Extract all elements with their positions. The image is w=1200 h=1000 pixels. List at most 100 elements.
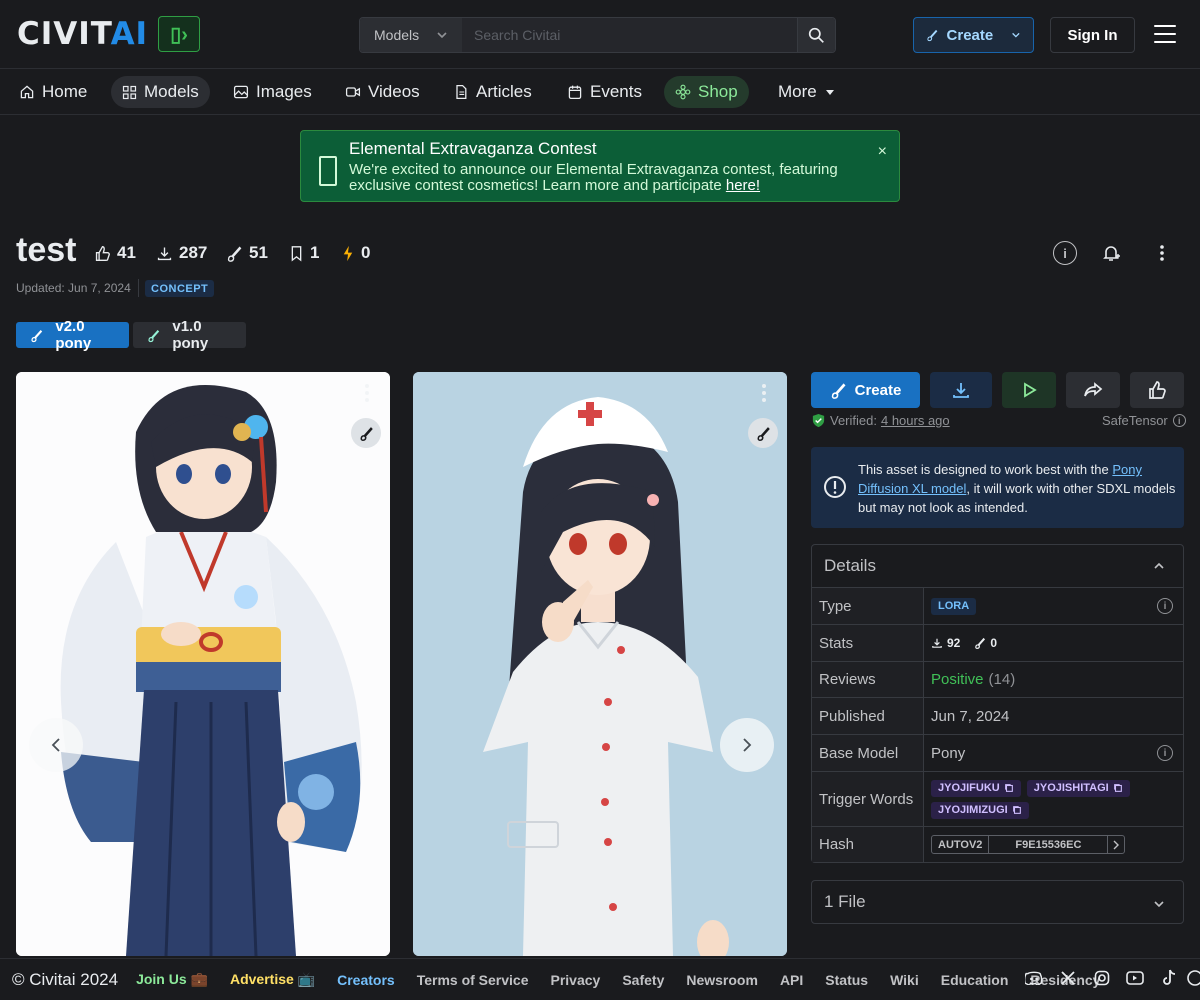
footer-link-join-us[interactable]: Join Us 💼 [136, 971, 208, 988]
copyright: © Civitai 2024 [12, 969, 119, 989]
nav-more[interactable]: More [767, 76, 847, 108]
brush-icon [975, 637, 986, 649]
reviews-count: (14) [988, 671, 1016, 688]
more-vertical-icon[interactable] [762, 384, 768, 402]
more-vertical-icon[interactable] [1150, 241, 1174, 265]
chevron-up-icon [1154, 562, 1164, 569]
create-generation-label: Create [854, 381, 902, 399]
reviews-sentiment[interactable]: Positive [931, 671, 984, 688]
close-icon[interactable]: × [878, 143, 887, 161]
details-panel: Details Type LORA i Stats 92 0 Reviews P… [811, 544, 1184, 863]
info-icon[interactable]: i [1172, 414, 1186, 427]
footer-link-creators[interactable]: Creators [337, 972, 395, 988]
banner-link[interactable]: here! [726, 177, 760, 194]
phone-icon [319, 156, 337, 186]
footer-link-terms[interactable]: Terms of Service [417, 972, 529, 988]
carousel-next-button[interactable] [720, 718, 774, 772]
remix-count: 51 [249, 243, 268, 262]
remix-icon[interactable] [351, 418, 381, 448]
grid-icon [122, 85, 137, 99]
search-type-select[interactable]: Models [360, 18, 462, 52]
nav-images[interactable]: Images [222, 76, 323, 108]
shop-icon [675, 84, 691, 100]
trigger-word-chip[interactable]: JYOJISHITAGI [1026, 779, 1130, 797]
chevron-down-icon[interactable] [1011, 28, 1021, 42]
bookmark-icon [291, 245, 302, 262]
x-twitter-icon[interactable] [1058, 968, 1078, 988]
row-value[interactable]: Positive (14) [924, 662, 1183, 697]
remix-icon[interactable] [748, 418, 778, 448]
download-button[interactable] [930, 372, 992, 408]
category-badge[interactable]: CONCEPT [145, 280, 215, 297]
details-row-stats: Stats 92 0 [812, 625, 1183, 662]
trigger-word: JYOJIMIZUGI [938, 804, 1008, 816]
footer-link-privacy[interactable]: Privacy [551, 972, 601, 988]
banner-body: We're excited to announce our Elemental … [349, 162, 849, 194]
like-button[interactable] [1130, 372, 1184, 408]
nav-shop[interactable]: Shop [664, 76, 749, 108]
sign-in-button[interactable]: Sign In [1050, 17, 1135, 53]
search-bar: Models / [359, 17, 836, 53]
likes-stat: 41 [94, 243, 136, 263]
github-icon[interactable] [1185, 968, 1200, 988]
create-generation-button[interactable]: Create [811, 372, 920, 408]
info-icon[interactable]: i [1157, 598, 1173, 614]
trigger-word-chip[interactable]: JYOJIMIZUGI [931, 801, 1029, 819]
footer-link-status[interactable]: Status [825, 972, 868, 988]
row-label: Hash [812, 827, 924, 862]
files-accordion[interactable]: 1 File [811, 880, 1184, 924]
create-label: Create [946, 26, 994, 44]
gallery-image-card[interactable] [16, 372, 390, 956]
gallery-image-card[interactable] [413, 372, 787, 956]
footer-link-safety[interactable]: Safety [622, 972, 664, 988]
youtube-icon[interactable] [1125, 968, 1145, 988]
details-row-hash: Hash AUTOV2 F9E15536EC [812, 827, 1183, 862]
footer-link-education[interactable]: Education [941, 972, 1009, 988]
footer-link-wiki[interactable]: Wiki [890, 972, 919, 988]
civitai-logo[interactable]: CIVITAI ▯› [17, 16, 201, 52]
menu-icon[interactable] [1154, 25, 1176, 43]
collected-stat: 1 [289, 243, 319, 263]
row-label: Base Model [812, 735, 924, 771]
create-button[interactable]: Create [913, 17, 1034, 53]
nav-articles[interactable]: Articles [442, 76, 543, 108]
info-icon[interactable]: i [1157, 745, 1173, 761]
discord-icon[interactable] [1024, 968, 1044, 988]
hash-value[interactable]: F9E15536EC [989, 836, 1109, 853]
stat-remixes: 0 [974, 636, 997, 650]
nav-events[interactable]: Events [556, 76, 653, 108]
bell-plus-icon[interactable] [1099, 241, 1123, 265]
share-button[interactable] [1066, 372, 1120, 408]
row-value: JYOJIFUKU JYOJISHITAGI JYOJIMIZUGI [924, 772, 1183, 826]
chevron-right-icon[interactable] [1108, 836, 1124, 853]
version-label: v2.0 pony [55, 318, 92, 352]
brush-icon [227, 246, 242, 262]
nav-home[interactable]: Home [8, 76, 98, 108]
home-icon [20, 85, 34, 99]
version-tab-v2[interactable]: v2.0 pony [16, 318, 129, 352]
info-icon[interactable]: i [1053, 241, 1077, 265]
nav-videos[interactable]: Videos [334, 76, 431, 108]
row-value: LORA i [924, 588, 1183, 624]
search-button[interactable] [797, 18, 835, 52]
banner-title: Elemental Extravaganza Contest [349, 139, 597, 158]
footer-link-advertise[interactable]: Advertise 📺 [230, 971, 315, 988]
details-header[interactable]: Details [812, 545, 1183, 588]
footer-link-api[interactable]: API [780, 972, 803, 988]
brush-icon [927, 29, 938, 42]
version-tab-v1[interactable]: v1.0 pony [133, 318, 246, 352]
nav-models[interactable]: Models [111, 76, 210, 108]
hash-display[interactable]: AUTOV2 F9E15536EC [931, 835, 1126, 854]
notice-pre: This asset is designed to work best with… [858, 462, 1113, 477]
more-vertical-icon[interactable] [365, 384, 371, 402]
buzz-stat: 0 [341, 243, 370, 263]
verified-time: 4 hours ago [880, 413, 950, 428]
carousel-prev-button[interactable] [29, 718, 83, 772]
file-text-icon [456, 84, 467, 100]
trigger-word-chip[interactable]: JYOJIFUKU [931, 779, 1021, 797]
search-input[interactable] [462, 18, 797, 52]
run-button[interactable] [1002, 372, 1056, 408]
footer-link-newsroom[interactable]: Newsroom [686, 972, 758, 988]
tiktok-icon[interactable] [1159, 968, 1179, 988]
instagram-icon[interactable] [1092, 968, 1112, 988]
